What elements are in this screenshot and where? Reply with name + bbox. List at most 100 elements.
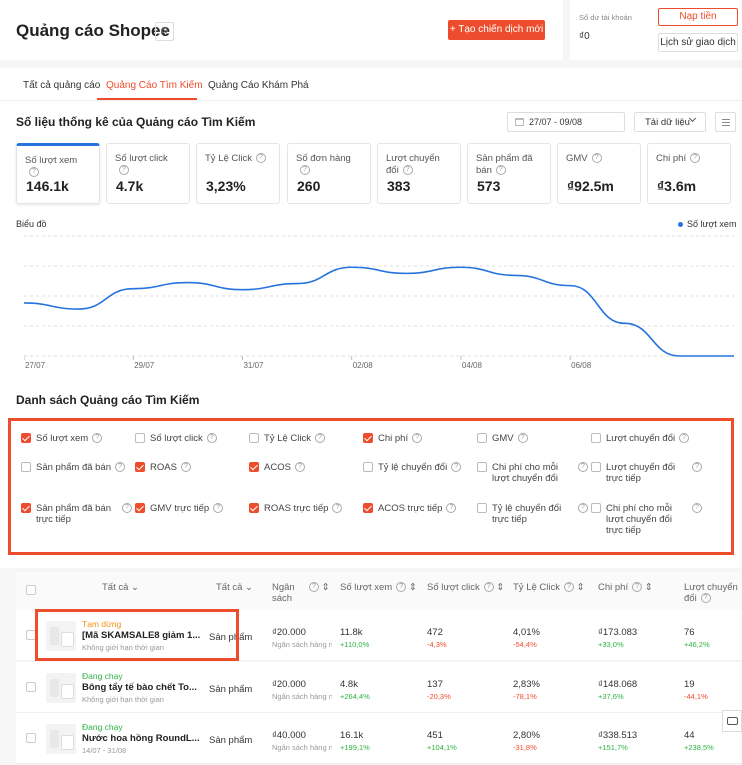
column-option[interactable]: Chi phí cho mỗi lượt chuyển đổi trực tiế… bbox=[591, 503, 703, 536]
column-option[interactable]: Chi phí? bbox=[363, 433, 475, 444]
checkbox[interactable] bbox=[21, 503, 31, 513]
budget-sub: Ngân sách hàng ngày bbox=[272, 640, 332, 649]
column-option[interactable]: Số lượt xem? bbox=[21, 433, 133, 444]
checkbox[interactable] bbox=[477, 503, 487, 513]
col-header-views[interactable]: Số lượt xem? ⇕ bbox=[340, 582, 417, 593]
column-option-label: Số lượt xem bbox=[36, 433, 89, 444]
chat-button[interactable] bbox=[722, 710, 742, 732]
budget-sub: Ngân sách hàng ngày bbox=[272, 743, 332, 752]
column-option-label: ACOS trực tiếp bbox=[378, 503, 443, 514]
column-option[interactable]: Số lượt click? bbox=[135, 433, 247, 444]
checkbox[interactable] bbox=[591, 503, 601, 513]
views-delta: +264,4% bbox=[340, 692, 370, 701]
column-settings-button[interactable] bbox=[715, 112, 736, 132]
checkbox[interactable] bbox=[21, 462, 31, 472]
metric-card-cost[interactable]: Chi phí? ₫3.6m bbox=[647, 143, 731, 204]
col-header-cost[interactable]: Chi phí? ⇕ bbox=[598, 582, 653, 593]
col-header-campaign[interactable]: Tất cả ⌄ bbox=[102, 582, 139, 593]
balance-label: Số dư tài khoản bbox=[579, 13, 632, 22]
create-campaign-button[interactable]: + Tạo chiến dịch mới bbox=[448, 20, 545, 40]
checkbox[interactable] bbox=[477, 433, 487, 443]
column-option[interactable]: Tỷ lệ chuyển đổi trực tiếp? bbox=[477, 503, 589, 525]
row-checkbox[interactable] bbox=[26, 682, 36, 692]
topup-button[interactable]: Nạp tiền bbox=[658, 8, 738, 26]
tab-search-ads[interactable]: Quảng Cáo Tìm Kiếm bbox=[106, 80, 203, 91]
checkbox[interactable] bbox=[591, 462, 601, 472]
balance-value: ₫0 bbox=[579, 31, 590, 42]
metric-card-clicks[interactable]: Số lượt click? 4.7k bbox=[106, 143, 190, 204]
col-header-conversions[interactable]: Lượt chuyển đổi? bbox=[684, 582, 740, 604]
help-icon: ? bbox=[692, 462, 702, 472]
date-range-picker[interactable]: 27/07 - 09/08 bbox=[507, 112, 625, 132]
row-checkbox[interactable] bbox=[26, 733, 36, 743]
checkbox[interactable] bbox=[21, 433, 31, 443]
tab-all-ads[interactable]: Tất cả quảng cáo bbox=[23, 80, 100, 91]
ad-type: Sản phẩm bbox=[209, 684, 253, 695]
checkbox[interactable] bbox=[363, 462, 373, 472]
col-header-clicks[interactable]: Số lượt click? ⇕ bbox=[427, 582, 504, 593]
col-header-ctr[interactable]: Tỷ Lệ Click? ⇕ bbox=[513, 582, 585, 593]
download-data-button[interactable]: Tải dữ liệu bbox=[634, 112, 706, 132]
select-all-checkbox[interactable] bbox=[26, 585, 36, 595]
ctr-value: 4,01% bbox=[513, 627, 540, 638]
cost-delta: +151,7% bbox=[598, 743, 628, 752]
help-icon: ? bbox=[495, 165, 506, 176]
column-option[interactable]: Tỷ Lệ Click? bbox=[249, 433, 361, 444]
product-thumbnail bbox=[46, 724, 76, 754]
list-title: Danh sách Quảng cáo Tìm Kiếm bbox=[16, 393, 200, 407]
help-icon: ? bbox=[294, 462, 305, 472]
checkbox[interactable] bbox=[249, 462, 259, 472]
help-icon: ? bbox=[517, 433, 528, 443]
col-header-type[interactable]: Tất cả ⌄ bbox=[216, 582, 253, 593]
campaign-name[interactable]: Bông tẩy tế bào chết To... bbox=[82, 682, 197, 693]
views-value: 4.8k bbox=[340, 679, 358, 690]
checkbox[interactable] bbox=[249, 433, 259, 443]
metric-card-conversions[interactable]: Lượt chuyển đổi? 383 bbox=[377, 143, 461, 204]
help-icon: ? bbox=[29, 167, 39, 178]
tab-active-underline bbox=[97, 98, 197, 100]
column-option-label: Chi phí cho mỗi lượt chuyển đổi bbox=[492, 462, 559, 484]
metric-card-views[interactable]: Số lượt xem? 146.1k bbox=[16, 143, 100, 204]
settings-button[interactable]: ⚙ bbox=[155, 22, 174, 41]
checkbox[interactable] bbox=[591, 433, 601, 443]
help-icon: ? bbox=[446, 503, 457, 513]
help-icon: ? bbox=[451, 462, 462, 472]
column-option-label: ACOS bbox=[264, 462, 291, 473]
help-icon: ? bbox=[122, 503, 132, 513]
ctr-value: 2,83% bbox=[513, 679, 540, 690]
column-option[interactable]: Sản phẩm đã bán trực tiếp? bbox=[21, 503, 133, 525]
col-header-budget-sort[interactable]: ? ⇕ bbox=[305, 582, 330, 593]
column-option[interactable]: Lượt chuyển đổi trực tiếp? bbox=[591, 462, 703, 484]
col-header-ctr-label: Tỷ Lệ Click bbox=[513, 582, 560, 593]
transaction-history-button[interactable]: Lịch sử giao dịch bbox=[658, 33, 738, 52]
checkbox[interactable] bbox=[477, 462, 487, 472]
column-option[interactable]: ROAS trực tiếp? bbox=[249, 503, 361, 514]
checkbox[interactable] bbox=[135, 433, 145, 443]
views-line-chart: 27/07 29/07 31/07 02/08 04/08 06/08 bbox=[24, 235, 734, 370]
column-option[interactable]: Tỷ lệ chuyển đổi? bbox=[363, 462, 475, 473]
metric-card-items-sold[interactable]: Sản phẩm đã bán? 573 bbox=[467, 143, 551, 204]
column-option[interactable]: ACOS? bbox=[249, 462, 361, 473]
checkbox[interactable] bbox=[135, 503, 145, 513]
column-option[interactable]: Chi phí cho mỗi lượt chuyển đổi? bbox=[477, 462, 589, 484]
column-option[interactable]: ACOS trực tiếp? bbox=[363, 503, 475, 514]
legend-dot bbox=[678, 222, 683, 228]
conv-value: 44 bbox=[684, 730, 695, 741]
column-option[interactable]: GMV trực tiếp? bbox=[135, 503, 247, 514]
campaign-name[interactable]: Nước hoa hồng RoundL... bbox=[82, 733, 200, 744]
checkbox[interactable] bbox=[135, 462, 145, 472]
metric-card-gmv[interactable]: GMV? ₫92.5m bbox=[557, 143, 641, 204]
column-option-label: Lượt chuyển đổi trực tiếp bbox=[606, 462, 676, 484]
checkbox[interactable] bbox=[363, 503, 373, 513]
column-option[interactable]: ROAS? bbox=[135, 462, 247, 473]
col-header-conversions-label: Lượt chuyển đổi bbox=[684, 582, 738, 604]
metric-card-ctr[interactable]: Tỷ Lệ Click? 3,23% bbox=[196, 143, 280, 204]
column-option[interactable]: GMV? bbox=[477, 433, 589, 444]
menu-icon-mid bbox=[722, 122, 730, 123]
column-option[interactable]: Lượt chuyển đổi? bbox=[591, 433, 703, 444]
metric-card-orders[interactable]: Số đơn hàng? 260 bbox=[287, 143, 371, 204]
tab-discovery-ads[interactable]: Quảng Cáo Khám Phá bbox=[208, 80, 309, 91]
checkbox[interactable] bbox=[249, 503, 259, 513]
column-option[interactable]: Sản phẩm đã bán? bbox=[21, 462, 133, 473]
checkbox[interactable] bbox=[363, 433, 373, 443]
